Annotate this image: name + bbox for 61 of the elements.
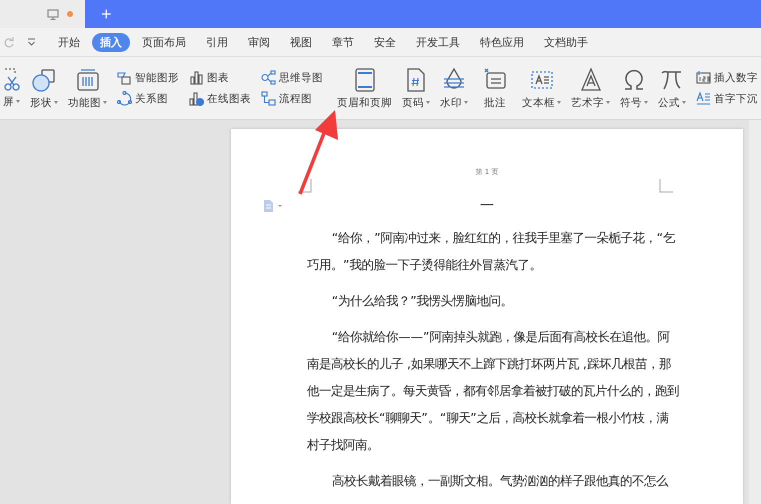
ribbon-button[interactable]: 在线图表 [186, 91, 254, 106]
number-icon [696, 70, 711, 85]
scrollbar[interactable] [749, 120, 761, 504]
document-icon[interactable] [263, 200, 283, 212]
ribbon-button[interactable]: 插入数字 [693, 70, 761, 85]
ribbon-button[interactable]: 思维导图 [258, 70, 326, 85]
ribbon-button[interactable]: 批注 [479, 66, 511, 110]
menu-tab[interactable]: 插入 [92, 32, 130, 52]
ribbon-button[interactable]: 屏 [0, 68, 23, 108]
ribbon-button[interactable]: 首字下沉 [693, 91, 761, 106]
paragraph: 高校长戴着眼镜，一副斯文相。气势汹汹的样子跟他真的不怎么 [330, 472, 670, 490]
ribbon-button[interactable]: 智能图形 [114, 70, 182, 85]
document-title: 一 [479, 197, 495, 215]
menu-tab[interactable]: 开始 [50, 32, 88, 52]
ribbon-button[interactable]: 文本框 [519, 66, 564, 110]
ribbon-button[interactable]: 艺术字 [568, 66, 613, 110]
paragraph: “给你就给你——”阿南掉头就跑，像是后面有高校长在追他。阿南是高校长的儿子 ,如果哪天不上蹿下跳打坏两片瓦 ,踩坏几根苗，那他一定是生病了。每天黄昏，都有邻居拿着被打破的瓦片什么的，跑到学校跟高校长“聊聊天”。“聊天”之后，高校长就拿着一根小竹枝，满村子找阿南。 [307, 328, 679, 454]
flow-icon [261, 91, 276, 106]
ribbon-button[interactable]: 图表 [186, 70, 254, 85]
scissors-icon [4, 68, 20, 92]
ribbon-button[interactable]: 页码 [399, 66, 433, 110]
menu-tab[interactable]: 章节 [324, 32, 362, 52]
corner-mark [298, 179, 312, 193]
menu-tab[interactable]: 文档助手 [536, 32, 596, 52]
ribbon-button[interactable]: 符号 [617, 66, 651, 110]
menu-tab[interactable]: 审阅 [240, 32, 278, 52]
caret-icon [54, 101, 58, 104]
caret-icon [16, 100, 20, 103]
monitor-icon[interactable] [47, 8, 59, 20]
menu-tab[interactable]: 页面布局 [134, 32, 194, 52]
caret-icon [606, 101, 610, 104]
ribbon-button[interactable]: 关系图 [114, 91, 182, 106]
ribbon-button[interactable]: 流程图 [258, 91, 326, 106]
caret-icon [103, 101, 107, 104]
menu-tab[interactable]: 视图 [282, 32, 320, 52]
ribbon-button[interactable]: 水印 [437, 66, 471, 110]
menu-tab[interactable]: 特色应用 [472, 32, 532, 52]
ribbon-button[interactable]: 功能图 [65, 66, 110, 110]
caret-icon [426, 101, 430, 104]
caret-icon [644, 101, 648, 104]
barcode-icon [74, 66, 100, 92]
corner-mark [659, 179, 673, 193]
caret-icon [557, 101, 561, 104]
dropcap-icon [696, 91, 711, 106]
shapes-icon [31, 66, 57, 92]
ribbon-button[interactable]: 形状 [27, 66, 61, 110]
redo-icon[interactable] [3, 36, 15, 48]
menu-tab[interactable]: 开发工具 [408, 32, 468, 52]
menu-tab[interactable]: 安全 [366, 32, 404, 52]
ribbon-button[interactable]: 公式 [655, 66, 689, 110]
paragraph: “为什么给我？”我愣头愣脑地问。 [330, 292, 514, 310]
caret-icon [682, 101, 686, 104]
ribbon-button[interactable]: 页眉和页脚 [334, 66, 395, 110]
chart-icon [189, 70, 204, 85]
menu-tab[interactable]: 引用 [198, 32, 236, 52]
new-tab-button[interactable]: + [95, 4, 118, 24]
onlinechart-icon [189, 91, 204, 106]
caret-icon [464, 101, 468, 104]
dropdown-icon[interactable] [27, 38, 36, 46]
mindmap-icon [261, 70, 276, 85]
paragraph: “给你，”阿南冲过来，脸红红的，往我手里塞了一朵栀子花，“乞巧用。”我的脸一下子烫得能往外冒蒸汽了。 [307, 229, 676, 274]
